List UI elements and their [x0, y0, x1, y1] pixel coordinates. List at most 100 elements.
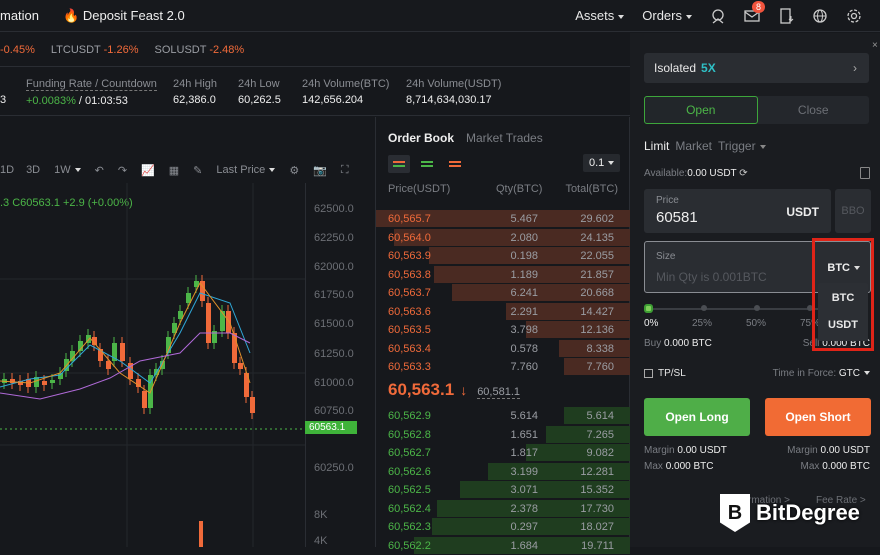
price-type-select[interactable]: Last Price [216, 164, 276, 176]
row-total: 15.352 [580, 484, 614, 496]
interval-1w[interactable]: 1W [54, 164, 81, 176]
orders-menu[interactable]: Orders [642, 8, 692, 23]
candlestick-plot[interactable] [0, 183, 305, 547]
bid-row[interactable]: 60,562.8 1.651 7.265 [376, 425, 630, 444]
open-tab[interactable]: Open [644, 96, 758, 124]
ask-row[interactable]: 60,563.8 1.189 21.857 [376, 265, 630, 284]
price-chart[interactable]: 1D 3D 1W ↶ ↷ 📈 ▦ ✎ Last Price ⚙ 📷 ⛶ .3 C… [0, 117, 376, 547]
price-tick: 61250.0 [314, 348, 354, 360]
bid-row[interactable]: 60,562.2 1.684 19.711 [376, 536, 630, 555]
ask-row[interactable]: 60,563.3 7.760 7.760 [376, 358, 630, 376]
bid-row[interactable]: 60,562.3 0.297 18.027 [376, 518, 630, 536]
row-total: 24.135 [580, 231, 614, 244]
margin-mode-button[interactable]: Isolated 5X › [644, 53, 869, 83]
mark-price: 60,581.1 [477, 386, 521, 399]
price-tick: 62000.0 [314, 261, 354, 273]
row-total: 9.082 [586, 447, 614, 459]
chevron-down-icon [686, 14, 692, 19]
depth-bar [525, 444, 630, 461]
indicators-icon[interactable]: 📈 [141, 164, 155, 177]
stat-24h-high: 24h High 62,386.0 [173, 78, 218, 106]
tab-trigger[interactable]: Trigger [718, 139, 766, 153]
stat-partial: 3 [0, 94, 7, 106]
close-icon[interactable]: × [872, 40, 878, 51]
nav-deposit-feast[interactable]: 🔥 Deposit Feast 2.0 [63, 8, 185, 24]
row-qty: 2.378 [510, 502, 538, 515]
short-margin: Margin 0.00 USDT [787, 445, 870, 456]
row-qty: 1.651 [510, 428, 538, 441]
bid-row[interactable]: 60,562.6 3.199 12.281 [376, 462, 630, 481]
bid-row[interactable]: 60,562.5 3.071 15.352 [376, 481, 630, 499]
stat-24h-low: 24h Low 60,262.5 [238, 78, 281, 106]
last-price-tag: 60563.1 [305, 421, 357, 434]
row-price: 60,563.9 [388, 250, 431, 262]
chart-type-icon[interactable]: ▦ [169, 164, 179, 177]
view-both-icon[interactable] [388, 155, 410, 173]
row-price: 60,562.3 [388, 521, 431, 533]
ticker-item[interactable]: SOLUSDT -2.48% [155, 44, 245, 56]
bid-row[interactable]: 60,562.9 5.614 5.614 [376, 407, 630, 425]
view-bids-icon[interactable] [416, 155, 438, 173]
undo-icon[interactable]: ↶ [95, 164, 104, 177]
row-qty: 0.578 [510, 342, 538, 355]
ask-row[interactable]: 60,564.0 2.080 24.135 [376, 228, 630, 247]
row-total: 17.730 [580, 502, 614, 515]
row-qty: 0.198 [510, 250, 538, 262]
chevron-right-icon: › [853, 61, 857, 75]
ask-row[interactable]: 60,563.6 2.291 14.427 [376, 302, 630, 321]
precision-select[interactable]: 0.1 [583, 154, 621, 172]
fullscreen-icon[interactable]: ⛶ [341, 164, 349, 177]
interval-1d[interactable]: 1D [0, 164, 14, 176]
volume-tick: 4K [314, 535, 328, 547]
redo-icon[interactable]: ↷ [118, 164, 127, 177]
screenshot-icon[interactable]: 📷 [313, 164, 327, 177]
chevron-down-icon [74, 168, 81, 173]
settings-icon[interactable] [846, 8, 862, 24]
interval-3d[interactable]: 3D [26, 164, 40, 176]
draw-pencil-icon[interactable]: ✎ [193, 164, 202, 177]
row-total: 18.027 [580, 521, 614, 533]
ask-row[interactable]: 60,565.7 5.467 29.602 [376, 210, 630, 228]
nav-information[interactable]: mation [0, 8, 39, 23]
chart-settings-icon[interactable]: ⚙ [289, 164, 299, 177]
support-icon[interactable] [710, 8, 726, 24]
arrow-down-icon: ↓ [460, 382, 468, 398]
open-short-button[interactable]: Open Short [765, 398, 871, 436]
close-tab[interactable]: Close [758, 96, 870, 124]
price-input[interactable]: Price 60581 USDT [644, 189, 831, 233]
row-price: 60,563.4 [388, 342, 431, 355]
bitdegree-logo-icon: B [720, 494, 750, 532]
mail-icon[interactable]: 8 [744, 0, 766, 24]
bid-row[interactable]: 60,562.7 1.817 9.082 [376, 444, 630, 462]
globe-icon[interactable] [812, 8, 828, 24]
ticker-item[interactable]: LTCUSDT -1.26% [51, 44, 139, 56]
tpsl-checkbox[interactable]: TP/SL [644, 368, 686, 379]
ask-row[interactable]: 60,563.9 0.198 22.055 [376, 247, 630, 265]
highlight-box [812, 238, 874, 351]
ticker-item[interactable]: -0.45% [0, 44, 35, 56]
transfer-icon[interactable]: ⟳ [739, 168, 747, 179]
tab-order-book[interactable]: Order Book [388, 131, 454, 145]
row-total: 22.055 [580, 250, 614, 262]
volume-bar [199, 521, 203, 547]
tab-market-trades[interactable]: Market Trades [466, 131, 543, 145]
row-price: 60,562.2 [388, 539, 431, 552]
view-asks-icon[interactable] [444, 155, 466, 173]
open-long-button[interactable]: Open Long [644, 398, 750, 436]
assets-menu[interactable]: Assets [575, 8, 625, 23]
tab-market[interactable]: Market [675, 139, 712, 153]
bbo-button[interactable]: BBO [835, 189, 871, 233]
download-app-icon[interactable] [778, 7, 794, 24]
chevron-down-icon [608, 161, 615, 166]
ask-row[interactable]: 60,563.7 6.241 20.668 [376, 284, 630, 302]
ask-row[interactable]: 60,563.4 0.578 8.338 [376, 339, 630, 358]
time-in-force-select[interactable]: Time in Force: GTC [773, 368, 870, 379]
price-tick: 61000.0 [314, 377, 354, 389]
row-total: 8.338 [586, 342, 614, 355]
slider-handle[interactable] [644, 304, 653, 313]
bid-row[interactable]: 60,562.4 2.378 17.730 [376, 499, 630, 518]
tab-limit[interactable]: Limit [644, 139, 669, 153]
ask-row[interactable]: 60,563.5 3.798 12.136 [376, 321, 630, 339]
calculator-icon[interactable] [860, 167, 870, 179]
row-qty: 2.291 [510, 305, 538, 318]
